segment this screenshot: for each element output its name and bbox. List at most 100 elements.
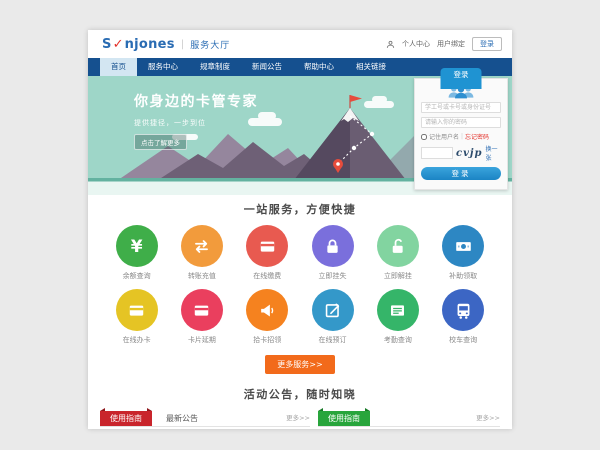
more-link-left[interactable]: 更多>>: [286, 411, 310, 426]
banner-copy: 你身边的卡管专家 提供捷径，一步到位 点击了解更多: [134, 91, 258, 150]
nav-item[interactable]: 服务中心: [137, 58, 189, 76]
remember-label: 记住用户名: [429, 132, 459, 141]
login-options-row: 记住用户名 | 忘记密码: [421, 132, 501, 141]
more-link-right[interactable]: 更多>>: [476, 411, 500, 426]
service-circle: [377, 225, 419, 267]
tab-user-guide-left[interactable]: 使用指南: [100, 411, 152, 426]
tab-user-guide-right[interactable]: 使用指南: [318, 411, 370, 426]
edit-icon: [323, 301, 342, 320]
nav-item[interactable]: 新闻公告: [241, 58, 293, 76]
personal-center-link[interactable]: 个人中心: [402, 39, 430, 49]
megaphone-icon: [258, 301, 277, 320]
service-label: 拾卡招领: [235, 335, 300, 345]
service-label: 转账充值: [169, 271, 234, 281]
login-panel: 登录 记住用户名 | 忘记密码: [414, 78, 508, 190]
service-label: 余额查询: [104, 271, 169, 281]
services-title: 一站服务，方便快捷: [88, 201, 512, 217]
nav-item[interactable]: 首页: [100, 58, 137, 76]
remember-checkbox[interactable]: [421, 134, 427, 140]
service-item[interactable]: 校车查询: [430, 289, 495, 345]
service-item[interactable]: 立即挂失: [300, 225, 365, 281]
user-binding-link[interactable]: 用户绑定: [437, 39, 465, 49]
nav-item-label: 帮助中心: [304, 62, 334, 71]
card-icon: [127, 301, 146, 320]
nav-item-label: 新闻公告: [252, 62, 282, 71]
password-input[interactable]: [421, 117, 501, 128]
service-label: 立即挂失: [300, 271, 365, 281]
service-circle: [246, 289, 288, 331]
nav-item-label: 服务中心: [148, 62, 178, 71]
captcha-row: cvjp 换一张: [421, 144, 501, 162]
services-grid: ¥ 余额查询 转账充值 在线缴费 立即挂失 立即解挂 补助领取 在线办卡: [88, 217, 512, 345]
nav-item[interactable]: 规章制度: [189, 58, 241, 76]
nav-item-label: 首页: [111, 62, 126, 71]
unlock-icon: [388, 237, 407, 256]
captcha-input[interactable]: [421, 147, 453, 159]
service-circle: [246, 225, 288, 267]
service-label: 卡片延期: [169, 335, 234, 345]
service-label: 补助领取: [430, 271, 495, 281]
banner-subtitle: 提供捷径，一步到位: [134, 118, 258, 128]
captcha-refresh-link[interactable]: 换一张: [486, 144, 501, 162]
tab-latest-announcements[interactable]: 最新公告: [166, 411, 198, 426]
nav-item-label: 相关链接: [356, 62, 386, 71]
captcha-image[interactable]: cvjp: [456, 148, 483, 159]
announcements-title: 活动公告，随时知晓: [88, 386, 512, 402]
bus-icon: [454, 301, 473, 320]
service-item[interactable]: 立即解挂: [365, 225, 430, 281]
login-tab[interactable]: 登录: [441, 68, 482, 89]
service-item[interactable]: 在线预订: [300, 289, 365, 345]
logo-check-icon: ✓: [113, 37, 124, 52]
logo-text-left: S: [102, 37, 112, 52]
service-circle: [181, 225, 223, 267]
banknote-icon: [454, 237, 473, 256]
service-item[interactable]: ¥ 余额查询: [104, 225, 169, 281]
logo-divider: |: [181, 39, 184, 50]
service-circle: [377, 289, 419, 331]
person-icon: [386, 40, 395, 49]
service-circle: [312, 225, 354, 267]
card-icon: [192, 301, 211, 320]
service-circle: [442, 225, 484, 267]
banner-cta-button[interactable]: 点击了解更多: [134, 134, 187, 150]
service-item[interactable]: 转账充值: [169, 225, 234, 281]
service-circle: [442, 289, 484, 331]
announcement-tabs: 使用指南 最新公告 更多>> 使用指南 更多>>: [88, 411, 512, 427]
transfer-icon: [192, 237, 211, 256]
announcement-column-left: 使用指南 最新公告 更多>>: [100, 411, 310, 427]
header-login-button[interactable]: 登录: [472, 37, 502, 51]
service-circle: ¥: [116, 225, 158, 267]
header: S ✓ njones | 服务大厅 个人中心 用户绑定 登录: [88, 30, 512, 58]
service-item[interactable]: 补助领取: [430, 225, 495, 281]
site-name: 服务大厅: [190, 38, 230, 51]
service-label: 立即解挂: [365, 271, 430, 281]
yen-icon: ¥: [131, 237, 143, 256]
nav-item-label: 规章制度: [200, 62, 230, 71]
service-circle: [181, 289, 223, 331]
service-item[interactable]: 考勤查询: [365, 289, 430, 345]
service-item[interactable]: 卡片延期: [169, 289, 234, 345]
service-label: 在线办卡: [104, 335, 169, 345]
service-circle: [312, 289, 354, 331]
logo-text-right: njones: [125, 37, 175, 52]
logo[interactable]: S ✓ njones | 服务大厅: [102, 37, 230, 52]
service-label: 校车查询: [430, 335, 495, 345]
service-circle: [116, 289, 158, 331]
nav-item[interactable]: 帮助中心: [293, 58, 345, 76]
username-input[interactable]: [421, 102, 501, 113]
service-item[interactable]: 在线办卡: [104, 289, 169, 345]
login-submit-button[interactable]: 登录: [421, 167, 501, 180]
service-item[interactable]: 拾卡招领: [235, 289, 300, 345]
more-services-button[interactable]: 更多服务>>: [265, 355, 334, 374]
card-icon: [258, 237, 277, 256]
nav-item[interactable]: 相关链接: [345, 58, 397, 76]
service-item[interactable]: 在线缴费: [235, 225, 300, 281]
portal-page: S ✓ njones | 服务大厅 个人中心 用户绑定 登录 首页 服务中心: [88, 30, 512, 429]
announcements-section: 活动公告，随时知晓 使用指南 最新公告 更多>> 使用指南 更多>>: [88, 386, 512, 427]
forgot-password-link[interactable]: 忘记密码: [465, 132, 489, 141]
options-divider: |: [461, 133, 463, 140]
browser-viewport: S ✓ njones | 服务大厅 个人中心 用户绑定 登录 首页 服务中心: [0, 0, 600, 450]
services-section: 一站服务，方便快捷 ¥ 余额查询 转账充值 在线缴费 立即挂失 立即解挂 补助领…: [88, 195, 512, 374]
service-label: 在线缴费: [235, 271, 300, 281]
hero-banner: 你身边的卡管专家 提供捷径，一步到位 点击了解更多 登录: [88, 76, 512, 195]
